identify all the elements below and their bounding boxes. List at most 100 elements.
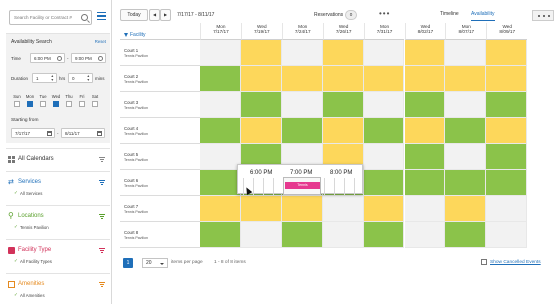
booking-bar[interactable]: Tennis xyxy=(285,182,320,189)
available-cell[interactable] xyxy=(486,170,528,196)
day-mon[interactable]: Mon xyxy=(23,94,37,107)
day-sun[interactable]: Sun xyxy=(10,94,24,107)
filter-icon[interactable] xyxy=(99,214,105,219)
tab-timeline[interactable]: Timeline xyxy=(440,11,459,17)
unavailable-cell[interactable] xyxy=(281,92,323,118)
day-sat[interactable]: Sat xyxy=(88,94,102,107)
checkbox[interactable] xyxy=(92,101,98,107)
available-cell[interactable] xyxy=(445,170,487,196)
partially-available-cell[interactable] xyxy=(322,40,364,66)
partially-available-cell[interactable] xyxy=(486,40,528,66)
time-from-field[interactable]: 6:00 PM xyxy=(30,53,65,63)
unavailable-cell[interactable] xyxy=(486,222,528,248)
partially-available-cell[interactable] xyxy=(486,66,528,92)
available-cell[interactable] xyxy=(200,222,241,248)
available-cell[interactable] xyxy=(404,92,446,118)
day-fri[interactable]: Fri xyxy=(75,94,89,107)
page-button[interactable]: 1 xyxy=(123,258,133,268)
day-thu[interactable]: Thu xyxy=(62,94,76,107)
facility-column-header[interactable]: Facility xyxy=(120,23,200,40)
partially-available-cell[interactable] xyxy=(363,196,405,222)
checkbox-checked[interactable] xyxy=(53,101,59,107)
unavailable-cell[interactable] xyxy=(404,222,446,248)
partially-available-cell[interactable] xyxy=(281,66,323,92)
show-cancelled-checkbox[interactable] xyxy=(481,259,487,265)
partially-available-cell[interactable] xyxy=(404,118,446,144)
partially-available-cell[interactable] xyxy=(404,66,446,92)
checkbox[interactable] xyxy=(66,101,72,107)
unavailable-cell[interactable] xyxy=(200,40,241,66)
available-cell[interactable] xyxy=(200,170,241,196)
available-cell[interactable] xyxy=(445,222,487,248)
time-to-field[interactable]: 9:00 PM xyxy=(71,53,106,63)
search-icon[interactable] xyxy=(81,14,88,21)
duration-hours-field[interactable]: 1 ▲ ▼ xyxy=(32,73,57,83)
calendar-icon[interactable] xyxy=(47,131,52,136)
partially-available-cell[interactable] xyxy=(486,118,528,144)
unavailable-cell[interactable] xyxy=(322,222,364,248)
available-cell[interactable] xyxy=(281,222,323,248)
checkbox[interactable] xyxy=(14,101,20,107)
locations-filter[interactable]: ⚲ Locations ✓ Tennis Pavilion xyxy=(6,205,110,238)
facility-row-label[interactable]: Court 3 Tennis Pavilion xyxy=(120,92,200,118)
partially-available-cell[interactable] xyxy=(322,118,364,144)
facility-row-label[interactable]: Court 8 Tennis Pavilion xyxy=(120,222,200,248)
tab-availability[interactable]: Availability xyxy=(471,11,495,21)
clock-icon[interactable] xyxy=(57,56,62,61)
available-cell[interactable] xyxy=(404,170,446,196)
unavailable-cell[interactable] xyxy=(200,144,241,170)
all-calendars-filter[interactable]: All Calendars xyxy=(6,148,110,170)
start-date-field[interactable]: 7/17/17 xyxy=(11,128,55,138)
today-button[interactable]: Today xyxy=(120,9,148,21)
available-cell[interactable] xyxy=(445,118,487,144)
day-tue[interactable]: Tue xyxy=(36,94,50,107)
unavailable-cell[interactable] xyxy=(200,92,241,118)
unavailable-cell[interactable] xyxy=(363,92,405,118)
unavailable-cell[interactable] xyxy=(445,92,487,118)
checkbox[interactable] xyxy=(40,101,46,107)
unavailable-cell[interactable] xyxy=(445,144,487,170)
day-wed[interactable]: Wed xyxy=(49,94,63,107)
filter-icon[interactable] xyxy=(99,180,105,185)
search-input[interactable]: Search Facility or Contract # xyxy=(9,10,92,25)
overflow-menu-button[interactable] xyxy=(532,10,554,21)
partially-available-cell[interactable] xyxy=(445,196,487,222)
partially-available-cell[interactable] xyxy=(322,66,364,92)
stepper-icon[interactable]: ▲ ▼ xyxy=(87,74,90,82)
available-cell[interactable] xyxy=(363,170,405,196)
chevron-down-icon[interactable] xyxy=(160,263,164,265)
checkbox[interactable] xyxy=(79,101,85,107)
unavailable-cell[interactable] xyxy=(363,144,405,170)
partially-available-cell[interactable] xyxy=(240,196,282,222)
partially-available-cell[interactable] xyxy=(445,66,487,92)
stepper-icon[interactable]: ▲ ▼ xyxy=(51,74,54,82)
available-cell[interactable] xyxy=(486,92,528,118)
available-cell[interactable] xyxy=(240,92,282,118)
facility-row-label[interactable]: Court 2 Tennis Pavilion xyxy=(120,66,200,92)
checkbox-checked[interactable] xyxy=(27,101,33,107)
services-filter[interactable]: ⇄ Services ✓ All Services xyxy=(6,171,110,204)
filter-icon[interactable] xyxy=(99,282,105,287)
available-cell[interactable] xyxy=(363,222,405,248)
filter-icon[interactable] xyxy=(124,33,128,37)
partially-available-cell[interactable] xyxy=(200,196,241,222)
partially-available-cell[interactable] xyxy=(240,40,282,66)
available-cell[interactable] xyxy=(363,118,405,144)
available-cell[interactable] xyxy=(200,66,241,92)
filter-icon[interactable] xyxy=(99,248,105,253)
partially-available-cell[interactable] xyxy=(404,40,446,66)
unavailable-cell[interactable] xyxy=(322,196,364,222)
facility-row-label[interactable]: Court 5 Tennis Pavilion xyxy=(120,144,200,170)
prev-button[interactable]: ◀ xyxy=(149,9,160,21)
partially-available-cell[interactable] xyxy=(363,66,405,92)
partially-available-cell[interactable] xyxy=(240,118,282,144)
calendar-icon[interactable] xyxy=(97,131,102,136)
page-size-select[interactable]: 20 xyxy=(142,258,168,268)
clock-icon[interactable] xyxy=(98,56,103,61)
facility-row-label[interactable]: Court 7 Tennis Pavilion xyxy=(120,196,200,222)
unavailable-cell[interactable] xyxy=(281,40,323,66)
reset-link[interactable]: Reset xyxy=(95,39,106,44)
more-options-icon[interactable]: ••• xyxy=(379,9,390,18)
available-cell[interactable] xyxy=(486,144,528,170)
unavailable-cell[interactable] xyxy=(486,196,528,222)
